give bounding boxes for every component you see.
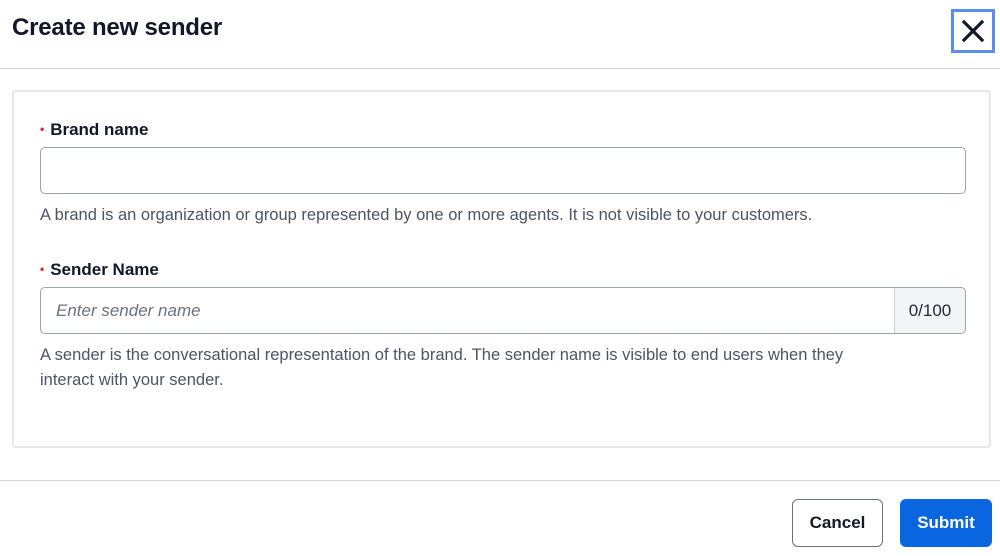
sender-name-label-text: Sender Name — [50, 260, 159, 279]
dialog-header: Create new sender — [0, 0, 1000, 69]
brand-name-label-text: Brand name — [50, 120, 149, 139]
brand-name-input[interactable] — [41, 148, 965, 193]
dialog-title: Create new sender — [12, 14, 223, 41]
sender-name-field[interactable]: 0/100 — [40, 287, 966, 334]
close-button[interactable] — [951, 9, 995, 53]
cancel-button[interactable]: Cancel — [792, 499, 883, 547]
brand-name-label: • Brand name — [40, 120, 148, 140]
brand-name-help: A brand is an organization or group repr… — [40, 206, 813, 224]
required-marker: • — [40, 262, 45, 276]
required-marker: • — [40, 122, 45, 136]
character-counter: 0/100 — [894, 288, 965, 333]
form-panel: • Brand name A brand is an organization … — [12, 90, 991, 448]
sender-name-label: • Sender Name — [40, 260, 159, 280]
sender-name-help: A sender is the conversational represent… — [40, 343, 970, 393]
sender-name-help-line1: A sender is the conversational represent… — [40, 346, 844, 364]
sender-name-help-line2: interact with your sender. — [40, 371, 224, 389]
close-icon — [962, 20, 984, 42]
brand-name-field[interactable] — [40, 147, 966, 194]
sender-name-input[interactable] — [41, 288, 891, 333]
footer-divider — [0, 480, 1000, 481]
submit-button[interactable]: Submit — [900, 499, 992, 547]
